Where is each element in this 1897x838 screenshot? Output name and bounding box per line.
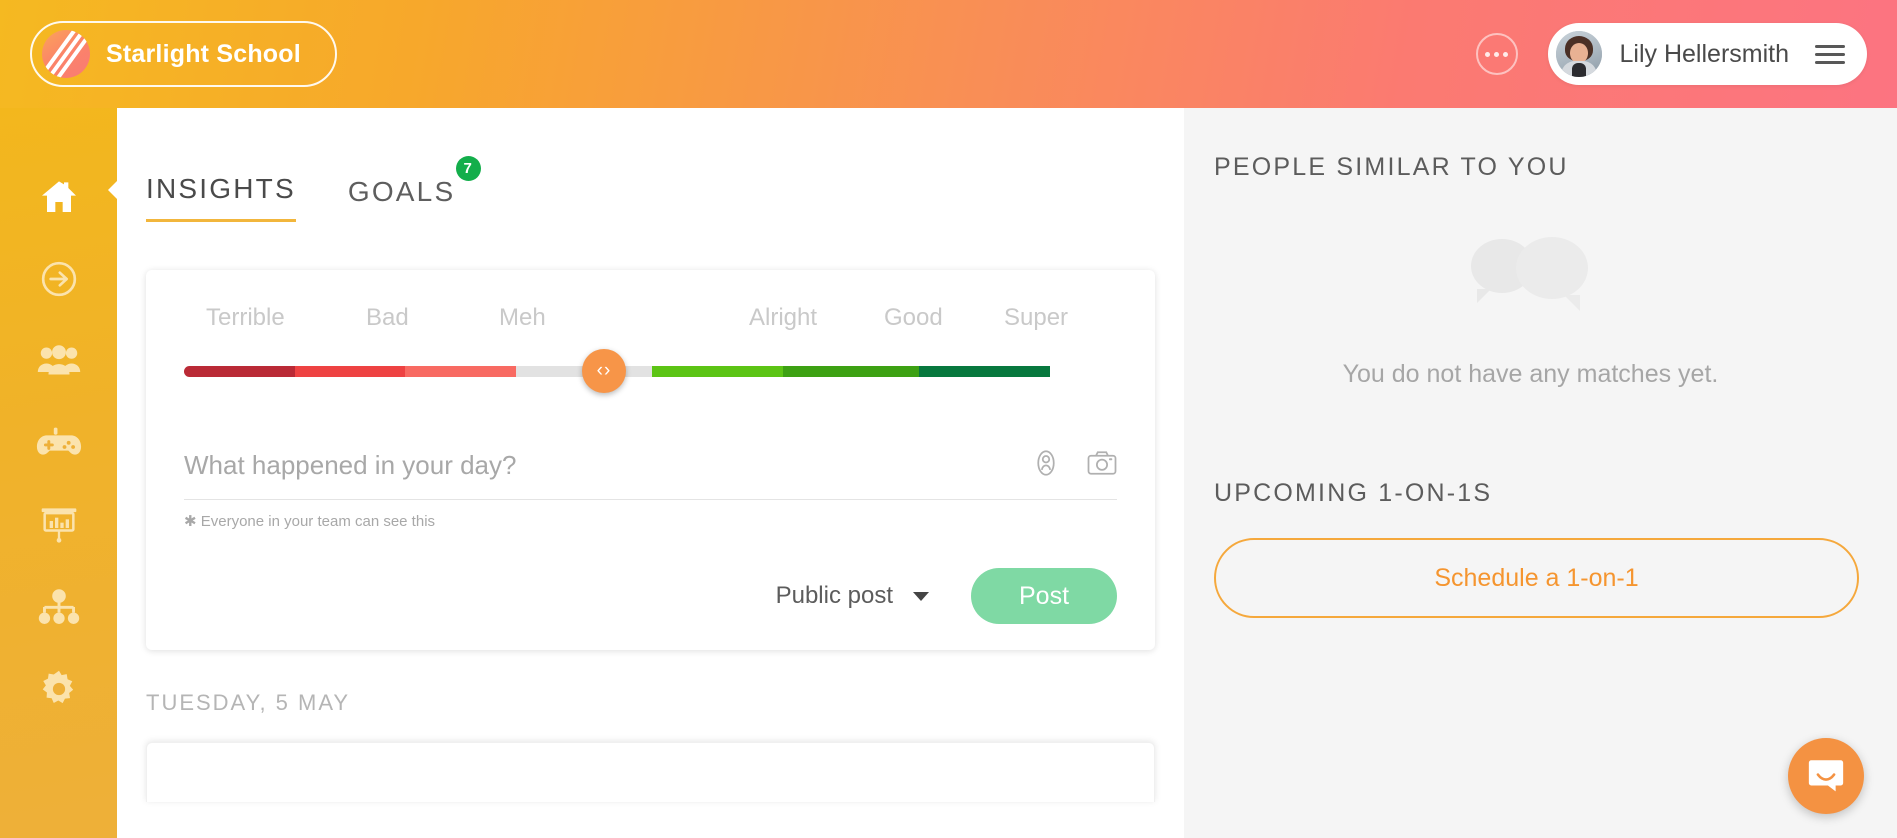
sidebar-item-settings[interactable] bbox=[0, 648, 117, 730]
mood-segment-4[interactable] bbox=[652, 365, 783, 377]
user-menu[interactable]: Lily Hellersmith bbox=[1547, 23, 1867, 85]
sidebar-item-team[interactable] bbox=[0, 320, 117, 402]
mood-label-bad: Bad bbox=[366, 304, 409, 331]
brand-logo[interactable]: Starlight School bbox=[30, 21, 337, 87]
mood-label-alright: Alright bbox=[749, 304, 818, 331]
gear-icon bbox=[38, 668, 80, 710]
sidebar-item-reports[interactable] bbox=[0, 484, 117, 566]
right-sidebar: PEOPLE SIMILAR TO YOU You do not have an… bbox=[1184, 108, 1897, 838]
presentation-chart-icon bbox=[39, 505, 79, 545]
sidebar-nav bbox=[0, 108, 117, 838]
people-similar-title: PEOPLE SIMILAR TO YOU bbox=[1214, 153, 1569, 181]
sidebar-item-games[interactable] bbox=[0, 402, 117, 484]
mood-segment-0[interactable] bbox=[184, 365, 295, 377]
org-chart-icon bbox=[38, 588, 80, 626]
compose-actions: Public post Post bbox=[184, 568, 1117, 624]
mood-segment-6[interactable] bbox=[919, 365, 1050, 377]
mention-person-icon[interactable] bbox=[1031, 448, 1061, 483]
visibility-dropdown[interactable]: Public post bbox=[776, 582, 929, 610]
starlight-logo-icon bbox=[42, 30, 90, 78]
tab-goals-label: GOALS bbox=[347, 176, 456, 207]
post-button[interactable]: Post bbox=[971, 568, 1117, 624]
sidebar-active-pointer bbox=[108, 178, 120, 202]
tab-insights[interactable]: INSIGHTS bbox=[146, 173, 296, 222]
mood-label-good: Good bbox=[884, 304, 943, 331]
intercom-chat-icon[interactable] bbox=[1788, 738, 1864, 814]
tab-bar: INSIGHTS GOALS 7 bbox=[117, 108, 1184, 222]
main-content: INSIGHTS GOALS 7 Terrible Bad Meh Alrigh… bbox=[117, 108, 1184, 838]
sidebar-item-home[interactable] bbox=[0, 156, 117, 238]
upcoming-1on1s-title: UPCOMING 1-ON-1S bbox=[1214, 479, 1493, 507]
compose-input[interactable] bbox=[184, 450, 1031, 481]
people-empty-state: You do not have any matches yet. bbox=[1214, 237, 1847, 389]
brand-name: Starlight School bbox=[106, 39, 301, 68]
schedule-1on1-button[interactable]: Schedule a 1-on-1 bbox=[1214, 538, 1859, 618]
compose-icon-group bbox=[1031, 448, 1117, 483]
mood-slider-handle[interactable]: ‹› bbox=[582, 349, 626, 393]
chevron-down-icon bbox=[913, 591, 929, 601]
sidebar-item-org-chart[interactable] bbox=[0, 566, 117, 648]
mood-segment-5[interactable] bbox=[783, 365, 919, 377]
gamepad-icon bbox=[36, 426, 82, 460]
app-header: Starlight School Lily Hellersmith bbox=[0, 0, 1897, 108]
compose-card: Terrible Bad Meh Alright Good Super ‹› W… bbox=[146, 270, 1155, 650]
compose-row bbox=[184, 448, 1117, 500]
mood-label-terrible: Terrible bbox=[206, 304, 285, 331]
mood-segment-2[interactable] bbox=[405, 365, 516, 377]
hamburger-menu-icon[interactable] bbox=[1815, 40, 1845, 69]
avatar bbox=[1555, 31, 1602, 77]
more-options-icon[interactable] bbox=[1475, 33, 1518, 75]
people-empty-text: You do not have any matches yet. bbox=[1342, 360, 1719, 388]
privacy-note: ✱ Everyone in your team can see this bbox=[184, 513, 436, 530]
mood-label-meh: Meh bbox=[499, 304, 546, 331]
feed-date-heading: TUESDAY, 5 MAY bbox=[146, 690, 351, 715]
tab-insights-label: INSIGHTS bbox=[146, 173, 296, 204]
tab-goals[interactable]: GOALS 7 bbox=[347, 156, 482, 222]
mood-slider-track[interactable]: ‹› bbox=[184, 349, 1117, 393]
feed-item-card[interactable] bbox=[146, 742, 1155, 802]
mood-segment-1[interactable] bbox=[295, 365, 405, 377]
mood-label-super: Super bbox=[1004, 304, 1069, 331]
tab-goals-badge: 7 bbox=[456, 156, 482, 181]
camera-icon[interactable] bbox=[1087, 450, 1117, 481]
home-icon bbox=[37, 177, 81, 217]
user-name: Lily Hellersmith bbox=[1619, 39, 1789, 68]
chat-bubbles-icon bbox=[1470, 237, 1591, 312]
visibility-label: Public post bbox=[775, 582, 893, 609]
mood-slider-labels: Terrible Bad Meh Alright Good Super bbox=[184, 304, 1117, 352]
arrow-circle-right-icon bbox=[39, 259, 79, 299]
sidebar-item-checkins[interactable] bbox=[0, 238, 117, 320]
people-group-icon bbox=[37, 343, 81, 379]
